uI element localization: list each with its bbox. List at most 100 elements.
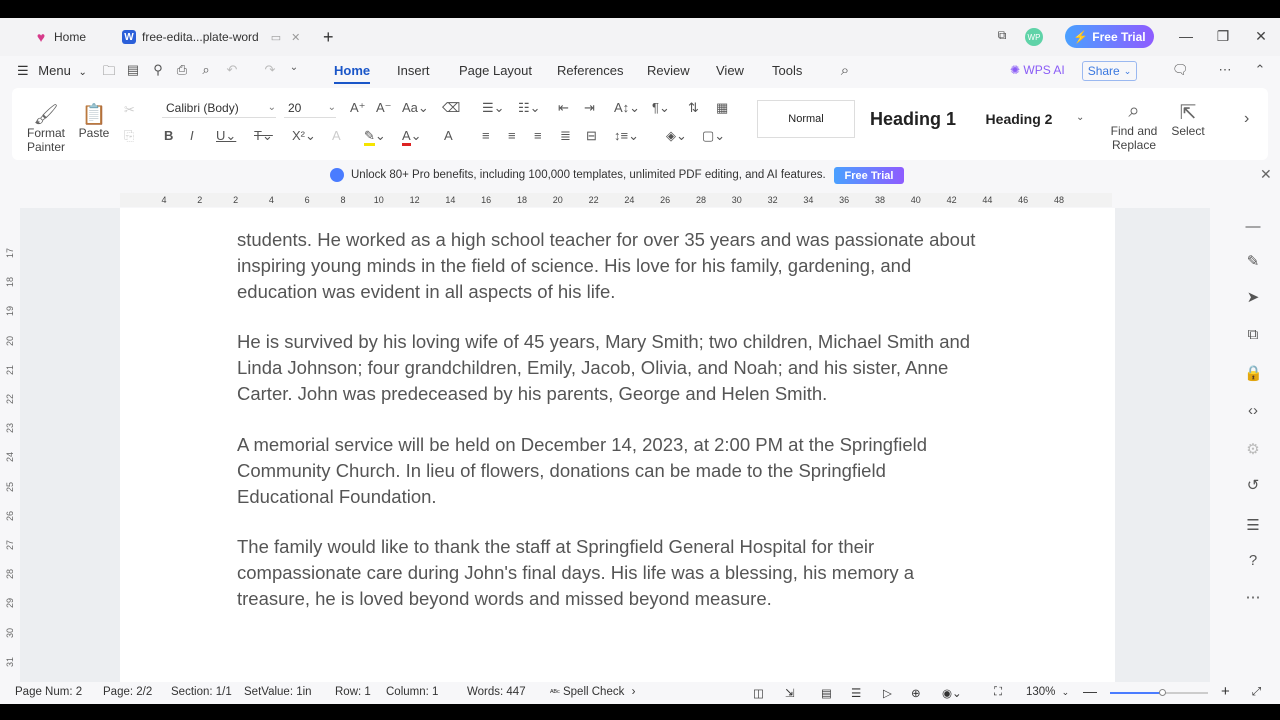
character-shading-icon[interactable]: A	[444, 128, 453, 143]
spell-check-button[interactable]: ᴬᴮᶜ Spell Check ›	[550, 686, 635, 698]
decrease-indent-icon[interactable]: ⇤	[558, 100, 569, 116]
text-direction-icon[interactable]: A↕⌄	[614, 100, 640, 116]
more-chevron-icon[interactable]: ⌄	[286, 62, 302, 78]
style-normal[interactable]: Normal	[757, 100, 855, 138]
sort-icon[interactable]: ⇅	[688, 100, 699, 116]
menu-button[interactable]: ☰ Menu ⌄	[17, 63, 87, 79]
help-icon[interactable]: ?	[1244, 552, 1262, 570]
format-painter-button[interactable]: 🖌 Format Painter	[22, 102, 70, 154]
fit-page-icon[interactable]: ⛶	[994, 686, 1002, 699]
banner-close-icon[interactable]: ✕	[1260, 166, 1272, 183]
share-button[interactable]: Share ⌄	[1082, 61, 1137, 81]
layers-icon[interactable]: ☰	[1244, 516, 1262, 534]
copy-panel-icon[interactable]: ⧉	[1244, 326, 1262, 344]
close-window-button[interactable]: ✕	[1253, 28, 1269, 45]
align-right-icon[interactable]: ≡	[534, 128, 542, 143]
outline-view-icon[interactable]: ☰	[851, 686, 861, 700]
comment-icon[interactable]: 🗨	[1172, 62, 1189, 78]
font-size-select[interactable]: 20 ⌄	[284, 98, 336, 118]
superscript-icon[interactable]: X²⌄	[292, 128, 316, 144]
focus-mode-icon[interactable]: ◫	[753, 686, 764, 700]
zoom-out-icon[interactable]: —	[1083, 683, 1097, 699]
undo-icon[interactable]: ↶	[224, 62, 240, 78]
paste-button[interactable]: 📋 Paste	[74, 102, 114, 140]
fullscreen-icon[interactable]: ⤢	[1252, 686, 1261, 699]
page-view-icon[interactable]: ▤	[821, 686, 832, 700]
copy-icon[interactable]: ⎘	[124, 128, 134, 144]
search-icon[interactable]: ⌕	[837, 62, 853, 79]
collapse-ribbon-icon[interactable]: ⌃	[1252, 62, 1268, 78]
lock-icon[interactable]: 🔒	[1244, 364, 1263, 382]
clear-format-icon[interactable]: ⌫	[442, 100, 460, 116]
highlight-icon[interactable]: ✎⌄	[364, 128, 386, 146]
export-icon[interactable]: ⇲	[785, 686, 795, 700]
print-preview-icon[interactable]: ⌕	[198, 62, 214, 78]
more-icon[interactable]: ⋯	[1244, 588, 1262, 606]
italic-icon[interactable]: I	[190, 128, 194, 143]
monitor-icon[interactable]: ▭	[271, 31, 281, 44]
page-count[interactable]: Page: 2/2	[103, 686, 152, 698]
paragraph-mark-icon[interactable]: ¶⌄	[652, 100, 670, 116]
code-icon[interactable]: ‹›	[1244, 402, 1262, 420]
zoom-slider-thumb[interactable]	[1159, 689, 1166, 696]
page-num[interactable]: Page Num: 2	[15, 686, 82, 698]
align-left-icon[interactable]: ≡	[482, 128, 490, 143]
paragraph-2[interactable]: He is survived by his loving wife of 45 …	[237, 329, 977, 406]
history-icon[interactable]: ↺	[1244, 476, 1262, 494]
banner-free-trial-button[interactable]: Free Trial	[834, 167, 904, 184]
new-tab-button[interactable]: +	[323, 26, 334, 48]
avatar[interactable]: WP	[1025, 28, 1043, 46]
print-icon[interactable]: ⎙	[174, 62, 190, 78]
free-trial-button[interactable]: ⚡ Free Trial	[1065, 25, 1154, 48]
font-color-icon[interactable]: A⌄	[402, 128, 422, 146]
open-folder-icon[interactable]: 🗀	[101, 62, 117, 78]
tab-references[interactable]: References	[557, 63, 623, 78]
adjust-icon[interactable]: ⚙	[1244, 440, 1262, 458]
wps-ai-button[interactable]: ✺ WPS AI	[1010, 63, 1065, 77]
increase-font-icon[interactable]: A⁺	[350, 100, 366, 116]
tab-page-layout[interactable]: Page Layout	[459, 63, 532, 78]
change-case-icon[interactable]: Aa⌄	[402, 100, 429, 116]
tab-home-ribbon[interactable]: Home	[334, 63, 371, 84]
play-icon[interactable]: ▷	[883, 686, 892, 700]
shading-icon[interactable]: ◈⌄	[666, 128, 687, 144]
select-button[interactable]: ⇱ Select	[1166, 100, 1210, 138]
justify-icon[interactable]: ≣	[560, 128, 571, 144]
distributed-icon[interactable]: ⊟	[586, 128, 597, 144]
zoom-slider[interactable]	[1110, 689, 1208, 696]
zoom-level[interactable]: 130% ⌄	[1026, 686, 1069, 698]
word-count[interactable]: Words: 447	[467, 686, 526, 698]
styles-expand-icon[interactable]: ⌄	[1076, 112, 1084, 123]
more-options-icon[interactable]: ⋯	[1217, 62, 1233, 78]
paragraph-3[interactable]: A memorial service will be held on Decem…	[237, 432, 977, 509]
font-name-select[interactable]: Calibri (Body) ⌄	[162, 98, 276, 118]
paragraph-1[interactable]: students. He worked as a high school tea…	[237, 227, 977, 304]
strikethrough-icon[interactable]: T⌄	[254, 128, 273, 144]
tab-document[interactable]: W free-edita...plate-word ▭ ✕	[122, 26, 300, 48]
tab-insert[interactable]: Insert	[397, 63, 430, 78]
borders-icon[interactable]: ▢⌄	[702, 128, 725, 144]
numbering-icon[interactable]: ☷⌄	[518, 100, 541, 116]
tab-tools[interactable]: Tools	[772, 63, 802, 78]
minimize-button[interactable]: —	[1178, 28, 1194, 44]
ribbon-scroll-right-icon[interactable]: ›	[1244, 110, 1249, 128]
underline-icon[interactable]: U⌄	[216, 128, 236, 144]
set-value[interactable]: SetValue: 1in	[244, 686, 312, 698]
redo-icon[interactable]: ↷	[262, 62, 278, 78]
pen-icon[interactable]: ✎	[1244, 252, 1262, 270]
line-spacing-icon[interactable]: ↕≡⌄	[614, 128, 639, 144]
horizontal-ruler[interactable]: 4 2 2 4 6 8 10 12 14 16 18 20 22 24 26 28 30 32 34 36 38 40 42…	[120, 193, 1112, 207]
table-border-icon[interactable]: ▦	[716, 100, 728, 116]
restore-button[interactable]: ❐	[1215, 28, 1231, 45]
section-info[interactable]: Section: 1/1	[171, 686, 232, 698]
align-center-icon[interactable]: ≡	[508, 128, 516, 143]
find-replace-button[interactable]: ⌕ Find and Replace	[1106, 100, 1162, 152]
increase-indent-icon[interactable]: ⇥	[584, 100, 595, 116]
paragraph-4[interactable]: The family would like to thank the staff…	[237, 534, 977, 611]
pointer-icon[interactable]: ➤	[1244, 288, 1262, 306]
web-view-icon[interactable]: ⊕	[911, 686, 921, 700]
cut-icon[interactable]: ✂	[124, 102, 135, 118]
share-link-icon[interactable]: ⚲	[150, 62, 166, 78]
close-tab-icon[interactable]: ✕	[291, 31, 300, 44]
minimize-panel-icon[interactable]: —	[1244, 218, 1262, 236]
